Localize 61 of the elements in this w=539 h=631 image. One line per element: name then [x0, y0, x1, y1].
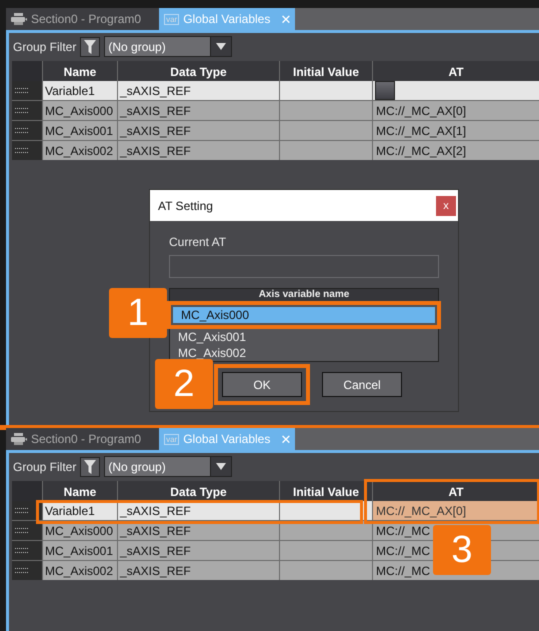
data-type-cell: _sAXIS_REF: [118, 81, 279, 100]
group-dropdown[interactable]: (No group): [104, 456, 232, 477]
row-handle[interactable]: [12, 561, 42, 580]
row-handle[interactable]: [12, 81, 42, 100]
column-header: Data Type: [118, 481, 279, 502]
list-item[interactable]: MC_Axis002: [170, 345, 438, 361]
current-at-field[interactable]: [169, 255, 439, 278]
printer-icon: [11, 433, 27, 445]
printer-icon: [11, 13, 27, 25]
list-header: Axis variable name: [170, 289, 438, 301]
column-header: AT: [373, 61, 539, 82]
dialog-button[interactable]: OK: [222, 372, 302, 397]
column-header: Initial Value: [280, 61, 372, 82]
variable-icon: var: [164, 434, 180, 444]
row-handle[interactable]: [12, 101, 42, 120]
step-number: 3: [433, 525, 491, 575]
tab[interactable]: Section0 - Program0: [6, 428, 160, 450]
row-handle[interactable]: [12, 121, 42, 140]
corner-header: [12, 61, 42, 82]
data-type-cell: _sAXIS_REF: [118, 561, 279, 580]
row-handle[interactable]: [12, 521, 42, 540]
filter-icon: [84, 40, 96, 54]
dialog-button[interactable]: Cancel: [322, 372, 402, 397]
name-cell: MC_Axis001: [43, 541, 117, 560]
name-cell: MC_Axis001: [43, 121, 117, 140]
name-cell: MC_Axis002: [43, 561, 117, 580]
filter-icon: [84, 460, 96, 474]
filter-button[interactable]: [80, 456, 100, 476]
step-number: 1: [109, 288, 167, 338]
row-handle[interactable]: [12, 141, 42, 160]
column-header: Name: [43, 481, 117, 502]
filter-button[interactable]: [80, 36, 100, 56]
close-button[interactable]: x: [436, 196, 456, 216]
list-item[interactable]: MC_Axis000: [173, 307, 435, 323]
at-cell: MC://_MC_AX[0]: [373, 101, 539, 120]
group-filter-label: Group Filter: [13, 40, 76, 54]
column-header: Data Type: [118, 61, 279, 82]
group-dropdown[interactable]: (No group): [104, 36, 232, 57]
at-cell: MC://_MC_AX[1]: [373, 121, 539, 140]
name-cell: MC_Axis002: [43, 141, 117, 160]
at-picker-button[interactable]: [375, 81, 395, 100]
data-type-cell: _sAXIS_REF: [118, 141, 279, 160]
at-cell: MC://_MC_AX[0]: [373, 501, 539, 520]
data-type-cell: _sAXIS_REF: [118, 121, 279, 140]
corner-header: [12, 481, 42, 502]
column-header: Name: [43, 61, 117, 82]
row-handle[interactable]: [12, 541, 42, 560]
tab[interactable]: Section0 - Program0: [6, 8, 160, 30]
data-type-cell: _sAXIS_REF: [118, 541, 279, 560]
variable-icon: var: [164, 14, 180, 24]
name-cell: Variable1: [43, 81, 117, 100]
dialog-title: AT Setting: [158, 198, 213, 212]
data-type-cell: _sAXIS_REF: [118, 101, 279, 120]
current-at-label: Current AT: [169, 235, 228, 249]
dropdown-arrow-icon: [216, 43, 226, 50]
at-cell: MC://_MC_AX[2]: [373, 141, 539, 160]
list-item[interactable]: MC_Axis001: [170, 329, 438, 345]
name-cell: MC_Axis000: [43, 101, 117, 120]
step-number: 2: [155, 359, 213, 409]
dropdown-arrow-icon: [216, 463, 226, 470]
group-filter-label: Group Filter: [13, 460, 76, 474]
